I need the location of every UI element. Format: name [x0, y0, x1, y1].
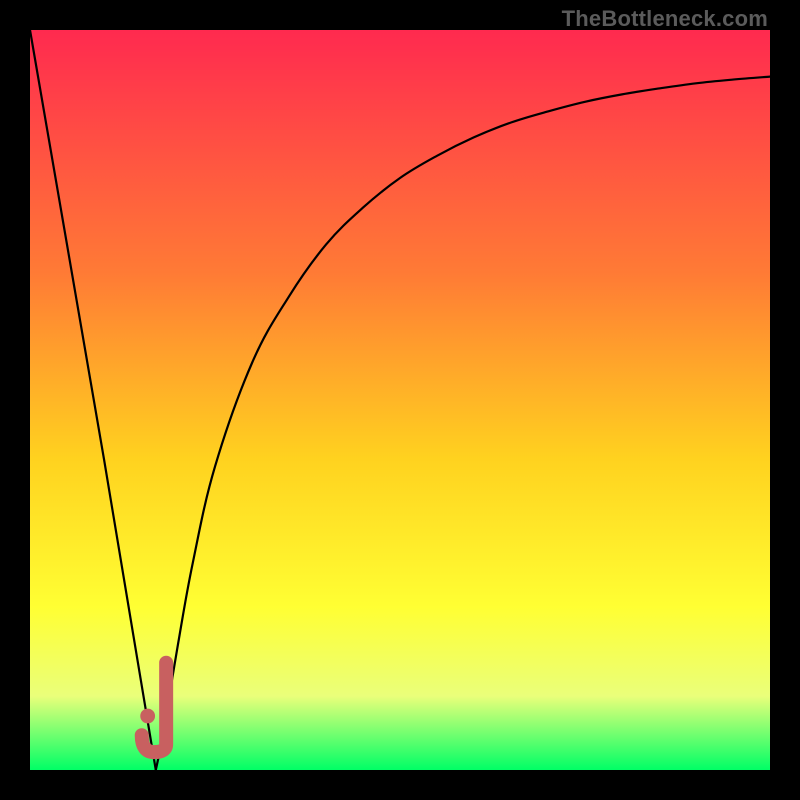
- plot-area: [30, 30, 770, 770]
- gradient-bg: [30, 30, 770, 770]
- chart-root: { "watermark": "TheBottleneck.com", "col…: [0, 0, 800, 800]
- marker-dot: [140, 709, 155, 724]
- chart-svg: [30, 30, 770, 770]
- watermark-text: TheBottleneck.com: [562, 6, 768, 32]
